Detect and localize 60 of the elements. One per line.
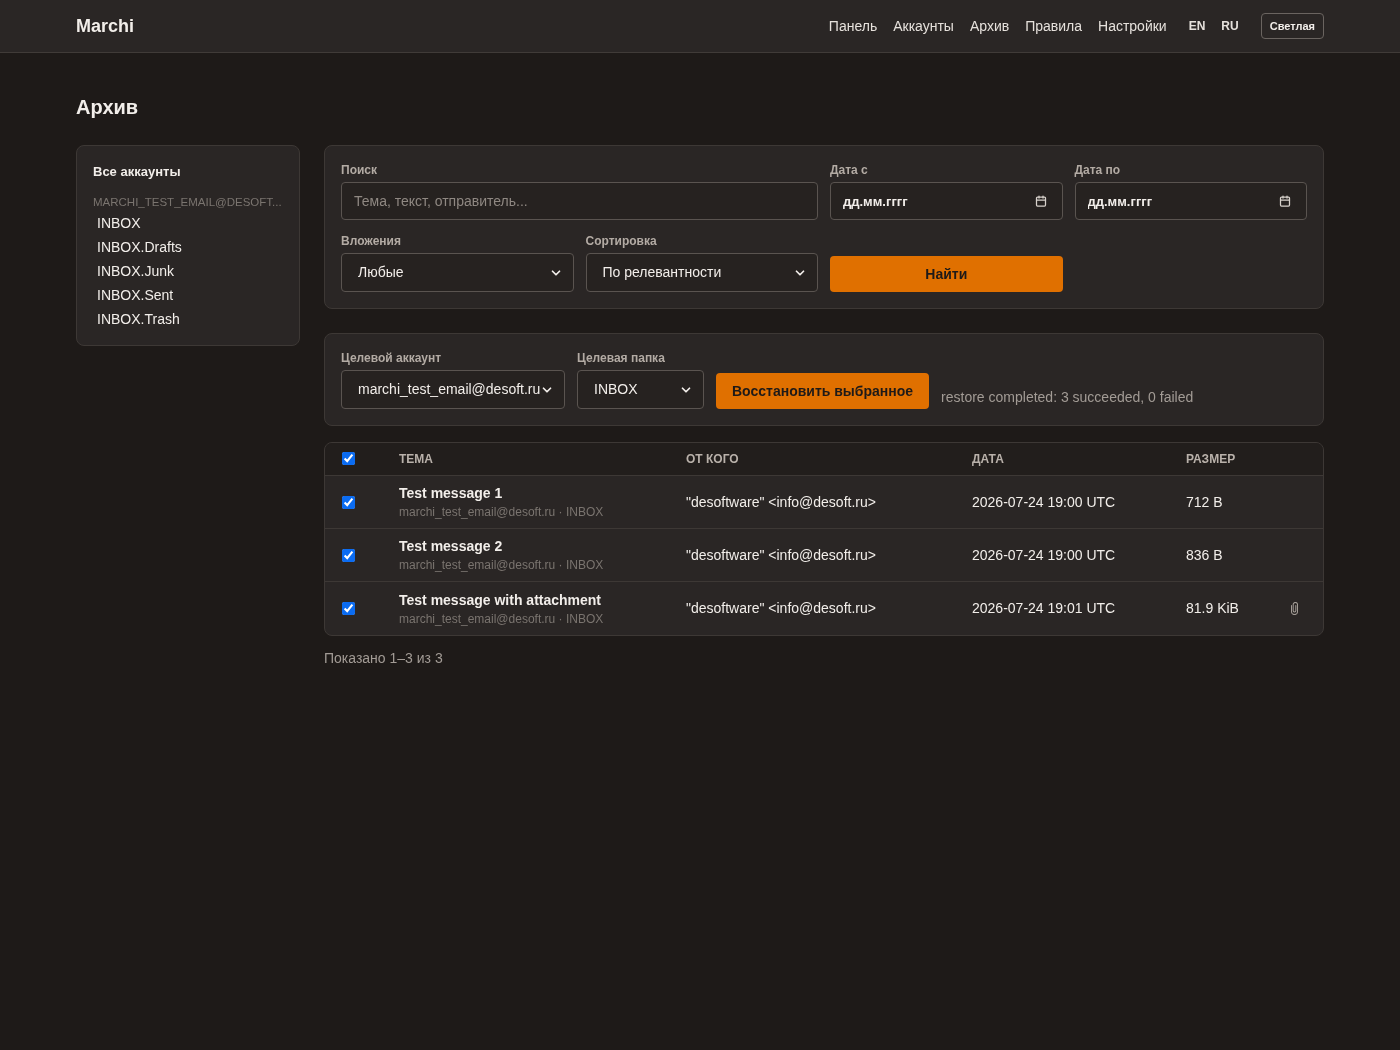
attachments-select[interactable]: Любые [341, 253, 574, 292]
column-header: ДАТА [972, 451, 1005, 468]
message-subject: Test message 2 [399, 537, 504, 556]
find-button[interactable]: Найти [830, 256, 1063, 292]
field-label: Дата по [1074, 162, 1122, 178]
search-field[interactable]: Тема, текст, отправитель... [341, 182, 818, 220]
field-label: Дата с [830, 162, 869, 178]
language-button[interactable]: RU [1221, 17, 1239, 35]
folder-item[interactable]: INBOX.Drafts [93, 235, 283, 259]
table-cell-text: 712 B [1186, 492, 1224, 512]
checkbox[interactable] [342, 548, 355, 562]
nav-link[interactable]: Архив [969, 15, 1010, 37]
table-cell-text: 2026-07-24 19:00 UTC [972, 545, 1117, 565]
theme-button[interactable]: Светлая [1260, 13, 1324, 39]
calendar-icon[interactable] [1034, 195, 1047, 207]
nav-link[interactable]: Аккаунты [893, 15, 954, 37]
account-heading: MARCHI_TEST_EMAIL@DESOFT... [93, 195, 282, 210]
table-cell-text: 2026-07-24 19:00 UTC [972, 492, 1117, 512]
checkbox[interactable] [342, 452, 355, 465]
column-header: ТЕМА [399, 451, 434, 468]
folder-select[interactable]: INBOX [577, 370, 704, 409]
sort-select[interactable]: По релевантности [585, 253, 818, 292]
field-label: Сортировка [585, 233, 658, 249]
calendar-icon[interactable] [1279, 195, 1291, 207]
folder-item[interactable]: INBOX.Sent [93, 283, 283, 307]
nav-link[interactable]: Настройки [1098, 15, 1167, 37]
date-field[interactable]: дд.мм.гггг [1074, 182, 1307, 220]
restore-button[interactable]: Восстановить выбранное [716, 373, 930, 409]
message-subject: Test message with attachment [399, 590, 603, 610]
message-meta: marchi_test_email@desoft.ru · INBOX [399, 557, 605, 574]
message-meta: marchi_test_email@desoft.ru · INBOX [399, 504, 605, 521]
nav-link[interactable]: Правила [1025, 15, 1082, 37]
checkbox[interactable] [342, 495, 355, 509]
field-label: Поиск [341, 162, 378, 178]
table-cell-text: 81.9 KiB [1186, 599, 1240, 618]
table-cell-text: 2026-07-24 19:01 UTC [972, 599, 1117, 618]
table-cell-text: "desoftware" <info@desoft.ru> [686, 492, 877, 512]
folder-item[interactable]: INBOX [93, 211, 283, 235]
column-header: ОТ КОГО [686, 451, 740, 468]
table-cell-text: 836 B [1186, 545, 1224, 565]
checkbox[interactable] [342, 602, 355, 615]
message-subject: Test message 1 [399, 484, 504, 503]
language-button[interactable]: EN [1188, 17, 1206, 35]
field-label: Целевой аккаунт [341, 350, 443, 366]
pagination-summary: Показано 1–3 из 3 [324, 649, 444, 668]
folder-item[interactable]: INBOX.Trash [93, 307, 283, 331]
folder-item[interactable]: INBOX.Junk [93, 259, 283, 283]
page-title: Архив [76, 95, 140, 120]
nav-link[interactable]: Панель [828, 15, 878, 37]
table-cell-text: "desoftware" <info@desoft.ru> [686, 599, 877, 618]
table-cell-text: "desoftware" <info@desoft.ru> [686, 545, 877, 565]
column-header: РАЗМЕР [1186, 451, 1237, 468]
account-select[interactable]: marchi_test_email@desoft.ru [341, 370, 565, 409]
field-label: Вложения [341, 233, 402, 249]
field-label: Целевая папка [577, 350, 666, 366]
app-logo-text[interactable]: Marchi [76, 12, 135, 40]
restore-status: restore completed: 3 succeeded, 0 failed [941, 388, 1194, 407]
date-field[interactable]: дд.мм.гггг [830, 182, 1063, 220]
sidebar-item[interactable]: Все аккаунты [93, 163, 283, 181]
message-meta: marchi_test_email@desoft.ru · INBOX [399, 610, 605, 628]
